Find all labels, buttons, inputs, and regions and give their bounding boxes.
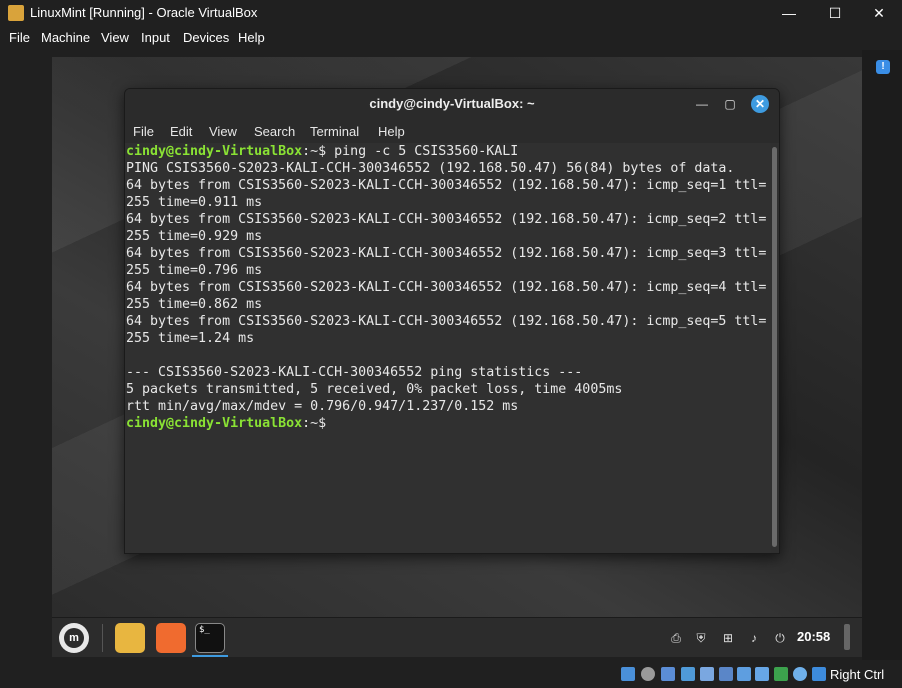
close-button[interactable]: ✕ — [856, 0, 902, 26]
terminal-window[interactable]: cindy@cindy-VirtualBox: ~ — ▢ ✕ File Edi… — [124, 88, 780, 554]
terminal-menu-terminal[interactable]: Terminal — [310, 124, 359, 139]
menu-file[interactable]: File — [9, 30, 30, 45]
terminal-menu-help[interactable]: Help — [378, 124, 405, 139]
recording-icon[interactable] — [755, 667, 769, 681]
hard-disk-icon[interactable] — [621, 667, 635, 681]
files-folder-icon[interactable] — [115, 623, 145, 653]
notification-icon[interactable]: ! — [876, 60, 890, 74]
keyboard-capture-icon[interactable] — [812, 667, 826, 681]
mint-menu-button[interactable]: m — [59, 623, 89, 653]
prompt-user: cindy@cindy-VirtualBox — [126, 144, 303, 159]
usb-icon[interactable] — [700, 667, 714, 681]
host-key-label: Right Ctrl — [830, 667, 885, 682]
command-text: ping -c 5 CSIS3560-KALI — [326, 144, 519, 159]
menu-devices[interactable]: Devices — [183, 30, 229, 45]
terminal-menu-file[interactable]: File — [133, 124, 154, 139]
terminal-title: cindy@cindy-VirtualBox: ~ — [369, 96, 535, 111]
terminal-output-area[interactable]: cindy@cindy-VirtualBox:~$ ping -c 5 CSIS… — [125, 143, 771, 553]
menu-help[interactable]: Help — [238, 30, 265, 45]
terminal-menubar: File Edit View Search Terminal Help — [125, 119, 779, 143]
terminal-menu-edit[interactable]: Edit — [170, 124, 192, 139]
menu-view[interactable]: View — [101, 30, 129, 45]
terminal-text: cindy@cindy-VirtualBox:~$ ping -c 5 CSIS… — [126, 143, 766, 432]
display-icon[interactable] — [737, 667, 751, 681]
terminal-close-icon[interactable]: ✕ — [751, 95, 769, 113]
terminal-minimize-icon[interactable]: — — [693, 95, 711, 113]
minimize-button[interactable]: — — [766, 0, 812, 26]
terminal-menu-view[interactable]: View — [209, 124, 237, 139]
firefox-icon[interactable] — [156, 623, 186, 653]
guest-desktop: cindy@cindy-VirtualBox: ~ — ▢ ✕ File Edi… — [52, 57, 862, 657]
vbox-menubar: File Machine View Input Devices Help — [0, 26, 902, 50]
ping-output: PING CSIS3560-S2023-KALI-CCH-300346552 (… — [126, 161, 767, 414]
prompt-user-2: cindy@cindy-VirtualBox — [126, 416, 303, 431]
terminal-launcher-icon[interactable]: $_ — [195, 623, 225, 653]
update-manager-icon[interactable]: ⎙ — [668, 630, 684, 646]
prompt-suffix: :~$ — [302, 144, 327, 159]
power-icon[interactable]: ⏻ — [772, 630, 788, 646]
audio-icon[interactable] — [661, 667, 675, 681]
network-adapter-icon[interactable] — [681, 667, 695, 681]
terminal-menu-search[interactable]: Search — [254, 124, 295, 139]
vbox-statusbar: Right Ctrl — [0, 660, 902, 688]
maximize-button[interactable]: ☐ — [812, 0, 858, 26]
terminal-maximize-icon[interactable]: ▢ — [721, 95, 739, 113]
taskbar-panel: m $_ ⎙ ⛨ ⊞ ♪ ⏻ 20:58 — [52, 617, 862, 657]
vbox-titlebar: LinuxMint [Running] - Oracle VirtualBox … — [0, 0, 902, 26]
shield-icon[interactable]: ⛨ — [693, 630, 709, 646]
mouse-integration-icon[interactable] — [793, 667, 807, 681]
shared-folders-icon[interactable] — [719, 667, 733, 681]
active-window-indicator — [192, 655, 228, 657]
panel-separator — [102, 624, 103, 652]
terminal-titlebar: cindy@cindy-VirtualBox: ~ — [125, 89, 779, 119]
volume-icon[interactable]: ♪ — [746, 630, 762, 646]
virtualbox-app-icon — [8, 5, 24, 21]
panel-clock[interactable]: 20:58 — [797, 629, 830, 644]
show-desktop-button[interactable] — [844, 624, 850, 650]
optical-drive-icon[interactable] — [641, 667, 655, 681]
window-title: LinuxMint [Running] - Oracle VirtualBox — [30, 5, 258, 20]
prompt-suffix-2: :~$ — [302, 416, 327, 431]
network-icon[interactable]: ⊞ — [720, 630, 736, 646]
menu-input[interactable]: Input — [141, 30, 170, 45]
vm-side-strip — [862, 50, 902, 660]
mint-logo-icon: m — [64, 628, 84, 648]
cpu-icon[interactable] — [774, 667, 788, 681]
terminal-scrollbar[interactable] — [772, 147, 777, 547]
menu-machine[interactable]: Machine — [41, 30, 90, 45]
